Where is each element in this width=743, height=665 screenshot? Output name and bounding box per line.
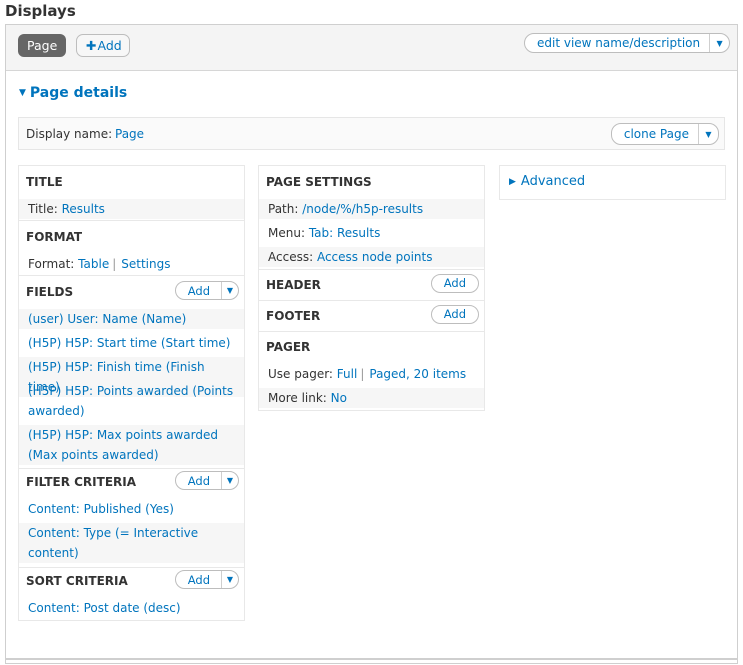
chevron-down-icon[interactable]: ▼ <box>221 282 238 299</box>
column-settings: PAGE SETTINGS Path: /node/%/h5p-results … <box>258 165 485 411</box>
use-pager-key: Use pager: <box>268 367 333 381</box>
filter-item[interactable]: Content: Type (= Interactive content) <box>19 523 244 563</box>
sort-item[interactable]: Content: Post date (desc) <box>19 598 244 618</box>
path-value-link[interactable]: /node/%/h5p-results <box>302 202 423 216</box>
filter-heading: FILTER CRITERIA <box>26 475 137 489</box>
format-separator: | <box>112 257 117 271</box>
divider <box>259 269 484 270</box>
displays-panel: Page ✚Add edit view name/description ▼ ▼… <box>5 24 738 664</box>
filter-item-label[interactable]: Content: Type (= Interactive <box>28 526 198 540</box>
path-key: Path: <box>268 202 299 216</box>
format-value-link[interactable]: Table <box>78 257 109 271</box>
triangle-down-icon: ▼ <box>19 88 26 98</box>
display-tabs-bar: Page ✚Add edit view name/description ▼ <box>6 25 737 71</box>
footer-heading: FOOTER <box>266 309 321 323</box>
field-item-label[interactable]: (H5P) H5P: Max points awarded <box>28 428 218 442</box>
sort-heading: SORT CRITERIA <box>26 574 128 588</box>
advanced-label: Advanced <box>520 174 586 189</box>
displays-heading: Displays <box>5 2 76 20</box>
format-settings-link[interactable]: Settings <box>121 257 170 271</box>
format-row: Format: Table | Settings <box>19 254 244 274</box>
filter-item-label-cont[interactable]: content) <box>28 546 79 560</box>
triangle-right-icon: ▶ <box>509 177 516 187</box>
field-item-label-cont[interactable]: (Max points awarded) <box>28 448 159 462</box>
use-pager-value-link[interactable]: Full <box>337 367 358 381</box>
header-heading: HEADER <box>266 278 321 292</box>
bottom-divider <box>5 658 738 660</box>
field-item[interactable]: (H5P) H5P: Points awarded (Points awarde… <box>19 381 244 421</box>
filter-item[interactable]: Content: Published (Yes) <box>19 499 244 519</box>
field-item-label[interactable]: (H5P) H5P: Start time (Start time) <box>28 336 230 350</box>
display-name-bar: Display name: Page clone Page ▼ <box>18 117 725 150</box>
column-main: TITLE Title: Results FORMAT Format: Tabl… <box>18 165 245 621</box>
edit-view-label[interactable]: edit view name/description <box>525 34 709 52</box>
more-link-value-link[interactable]: No <box>331 391 347 405</box>
sort-add-dropdown[interactable]: Add ▼ <box>174 570 239 589</box>
divider <box>19 567 244 568</box>
title-heading: TITLE <box>26 175 63 189</box>
access-key: Access: <box>268 250 314 264</box>
divider <box>19 220 244 221</box>
chevron-down-icon[interactable]: ▼ <box>221 571 238 588</box>
more-link-row: More link: No <box>259 388 484 408</box>
menu-value-link[interactable]: Tab: Results <box>309 226 381 240</box>
divider <box>19 275 244 276</box>
menu-key: Menu: <box>268 226 305 240</box>
page-settings-heading: PAGE SETTINGS <box>266 175 372 189</box>
fields-add-dropdown[interactable]: Add ▼ <box>174 281 239 300</box>
format-heading: FORMAT <box>26 230 83 244</box>
title-key: Title: <box>28 202 58 216</box>
field-item[interactable]: (H5P) H5P: Max points awarded (Max point… <box>19 425 244 465</box>
filter-add-label[interactable]: Add <box>176 472 221 489</box>
page-details-label: Page details <box>29 85 128 101</box>
clone-page-dropdown[interactable]: clone Page ▼ <box>610 123 719 145</box>
display-name-label: Display name: <box>26 127 113 141</box>
field-item[interactable]: (user) User: Name (Name) <box>19 309 244 329</box>
plus-icon: ✚ <box>86 38 97 53</box>
chevron-down-icon[interactable]: ▼ <box>698 124 718 144</box>
field-item-label[interactable]: (H5P) H5P: Points awarded (Points <box>28 384 233 398</box>
fields-heading: FIELDS <box>26 285 74 299</box>
title-value-link[interactable]: Results <box>62 202 105 216</box>
fields-add-label[interactable]: Add <box>176 282 221 299</box>
field-item-label-cont[interactable]: awarded) <box>28 404 85 418</box>
footer-add-button[interactable]: Add <box>430 305 479 324</box>
more-link-key: More link: <box>268 391 327 405</box>
pager-heading: PAGER <box>266 340 311 354</box>
add-display-button[interactable]: ✚Add <box>76 34 130 57</box>
format-key: Format: <box>28 257 75 271</box>
add-display-label: Add <box>97 38 122 53</box>
column-advanced: ▶ Advanced <box>499 165 726 200</box>
chevron-down-icon[interactable]: ▼ <box>221 472 238 489</box>
access-row: Access: Access node points <box>259 247 484 267</box>
tab-page[interactable]: Page <box>18 34 67 57</box>
field-item-label[interactable]: (user) User: Name (Name) <box>28 312 186 326</box>
divider <box>259 300 484 301</box>
filter-add-dropdown[interactable]: Add ▼ <box>174 471 239 490</box>
page-details-toggle[interactable]: ▼ Page details <box>19 85 127 101</box>
sort-item-label[interactable]: Content: Post date (desc) <box>28 601 181 615</box>
menu-row: Menu: Tab: Results <box>259 223 484 243</box>
edit-view-dropdown[interactable]: edit view name/description ▼ <box>524 33 731 53</box>
path-row: Path: /node/%/h5p-results <box>259 199 484 219</box>
chevron-down-icon[interactable]: ▼ <box>709 34 729 52</box>
paged-items-link[interactable]: Paged, 20 items <box>369 367 466 381</box>
field-item[interactable]: (H5P) H5P: Start time (Start time) <box>19 333 244 353</box>
clone-page-label[interactable]: clone Page <box>612 124 698 144</box>
divider <box>19 468 244 469</box>
display-name-link[interactable]: Page <box>115 127 144 141</box>
header-add-button[interactable]: Add <box>430 274 479 293</box>
advanced-toggle[interactable]: ▶ Advanced <box>509 174 585 189</box>
title-row: Title: Results <box>19 199 244 219</box>
access-value-link[interactable]: Access node points <box>317 250 433 264</box>
pager-separator: | <box>360 367 365 381</box>
sort-add-label[interactable]: Add <box>176 571 221 588</box>
use-pager-row: Use pager: Full | Paged, 20 items <box>259 364 484 384</box>
divider <box>259 331 484 332</box>
filter-item-label[interactable]: Content: Published (Yes) <box>28 502 174 516</box>
